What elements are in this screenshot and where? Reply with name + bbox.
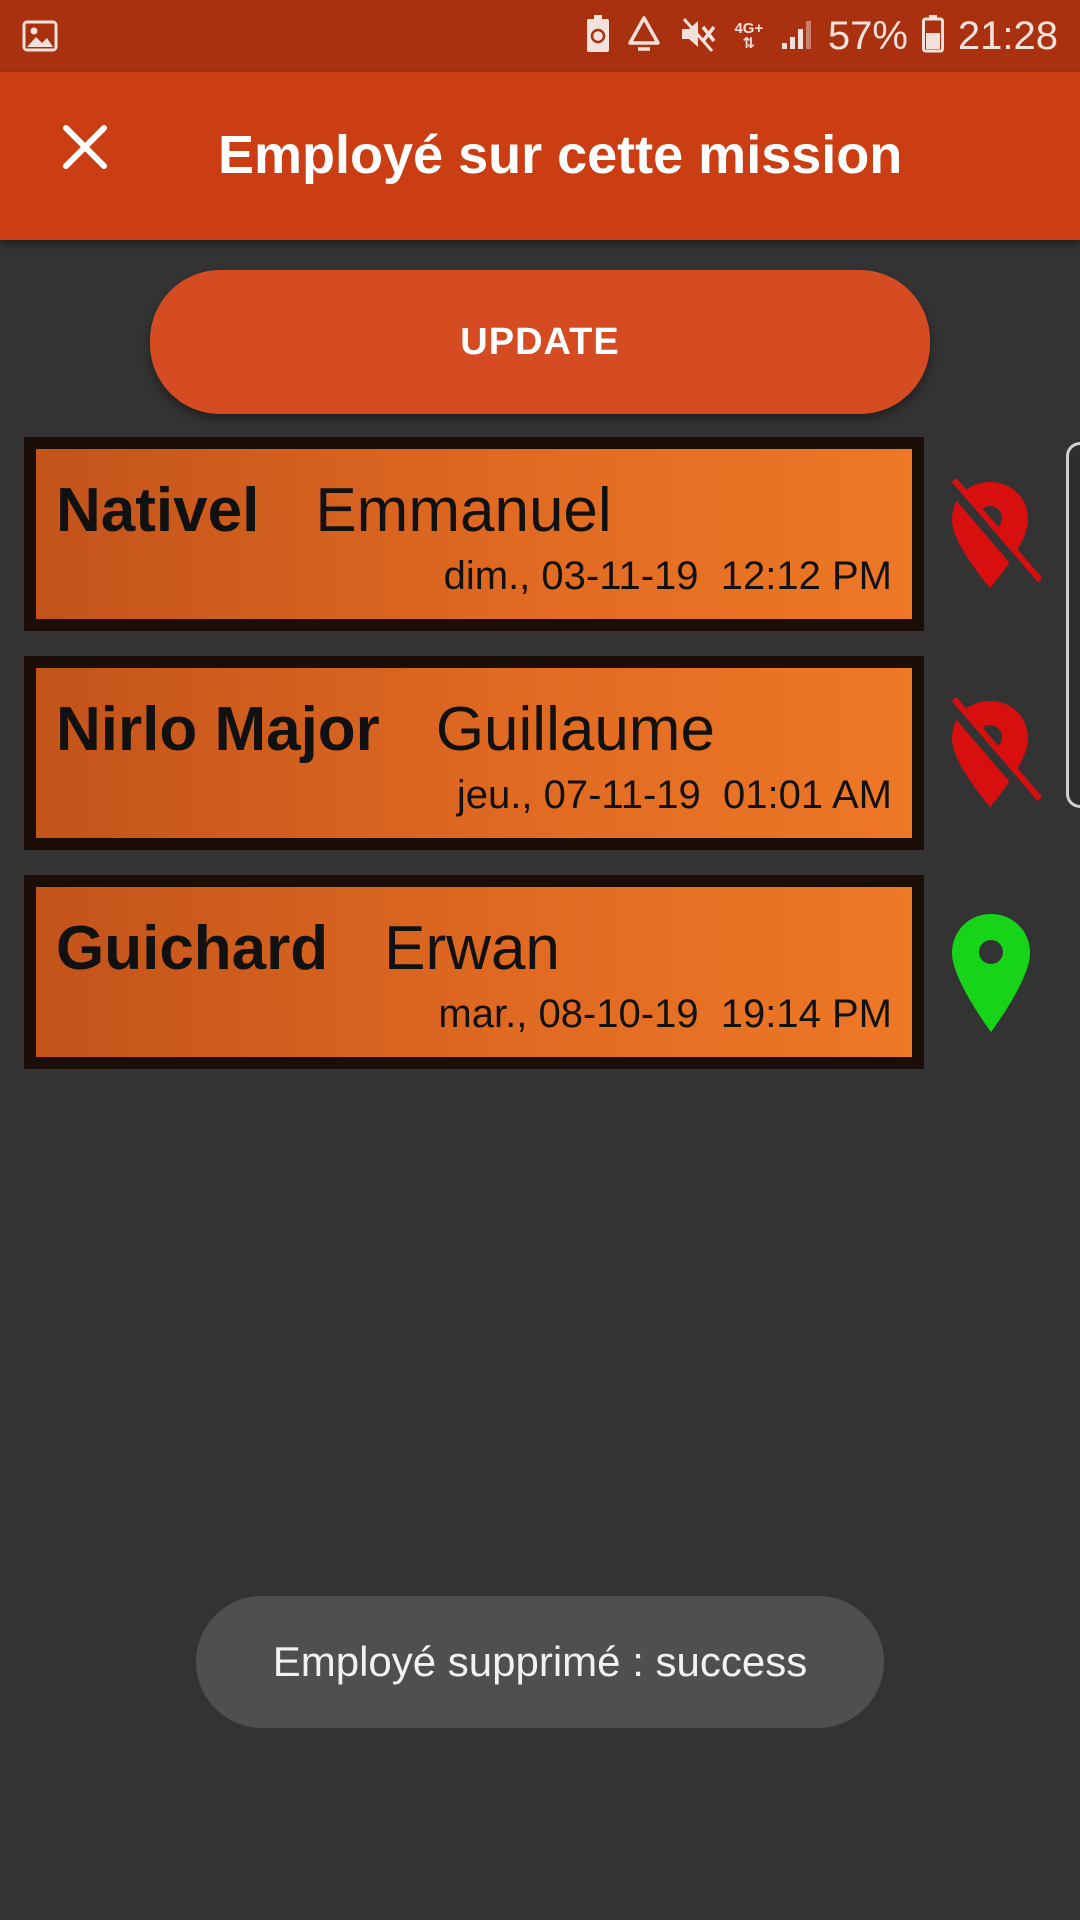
employee-card-body: Guichard Erwan mar., 08-10-19 19:14 PM (36, 887, 912, 1057)
close-button[interactable] (50, 112, 120, 182)
employee-datetime: jeu., 07-11-19 01:01 AM (456, 773, 892, 817)
battery-icon (921, 14, 944, 58)
employee-card[interactable]: Guichard Erwan mar., 08-10-19 19:14 PM (24, 875, 924, 1069)
employee-last-name: Nirlo Major (56, 695, 380, 764)
employee-card-body: Nirlo Major Guillaume jeu., 07-11-19 01:0… (36, 668, 912, 838)
employee-card-body: Nativel Emmanuel dim., 03-11-19 12:12 PM (36, 449, 912, 619)
close-icon (63, 125, 107, 169)
employee-name: Nativel Emmanuel (56, 475, 612, 546)
page-title: Employé sur cette mission (218, 125, 903, 185)
network-label: 4G+ (734, 20, 764, 37)
employee-datetime: dim., 03-11-19 12:12 PM (443, 554, 892, 598)
clock: 21:28 (957, 13, 1058, 58)
vibrate-mute-icon (678, 15, 718, 58)
employee-first-name: Guillaume (435, 695, 715, 764)
status-bar: 4G+ ⇅ 57% 21:28 (0, 0, 1080, 72)
app-bar: Employé sur cette mission (0, 72, 1080, 240)
battery-saver-icon (586, 14, 610, 58)
gallery-icon (22, 18, 58, 59)
battery-percent: 57% (827, 13, 908, 58)
employee-name: Nirlo Major Guillaume (56, 694, 715, 765)
location-off-icon[interactable] (945, 478, 1048, 599)
employee-datetime: mar., 08-10-19 19:14 PM (438, 992, 892, 1036)
employee-last-name: Guichard (56, 914, 329, 983)
employee-first-name: Emmanuel (315, 476, 612, 545)
location-on-icon[interactable] (950, 912, 1032, 1039)
employee-card[interactable]: Nirlo Major Guillaume jeu., 07-11-19 01:0… (24, 656, 924, 850)
recycle-icon (624, 15, 664, 58)
edge-panel-handle[interactable] (1066, 442, 1080, 808)
employee-first-name: Erwan (384, 914, 560, 983)
employee-name: Guichard Erwan (56, 913, 560, 984)
employee-card[interactable]: Nativel Emmanuel dim., 03-11-19 12:12 PM (24, 437, 924, 631)
network-4g-icon: 4G+ ⇅ (734, 20, 764, 52)
signal-icon (780, 17, 814, 56)
location-off-icon[interactable] (945, 697, 1048, 818)
toast-message: Employé supprimé : success (196, 1596, 884, 1728)
employee-last-name: Nativel (56, 476, 260, 545)
update-button[interactable]: UPDATE (150, 270, 930, 414)
